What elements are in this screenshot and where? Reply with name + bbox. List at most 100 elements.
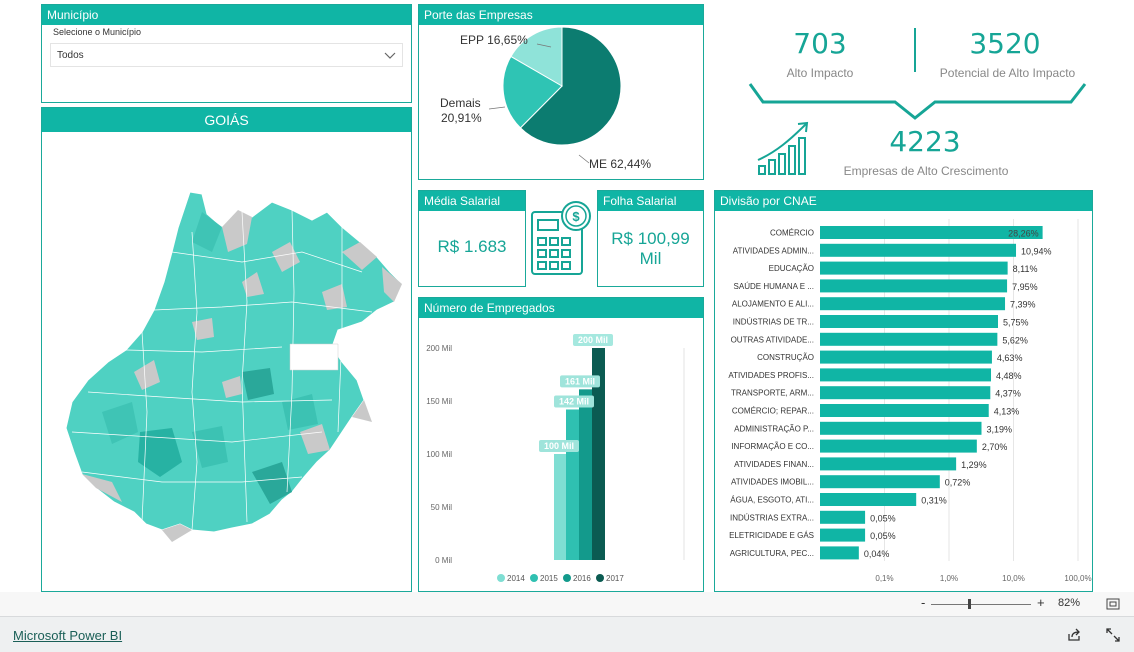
cnae-value-label: 0,05% — [870, 531, 896, 541]
legend-marker-2016 — [563, 574, 571, 582]
cnae-value-label: 4,13% — [994, 407, 1020, 417]
cnae-bar[interactable] — [820, 475, 940, 489]
cnae-category-label: AGRICULTURA, PEC... — [730, 549, 814, 558]
cnae-category-label: INDÚSTRIAS EXTRA... — [730, 513, 814, 522]
cnae-bar[interactable] — [820, 386, 991, 400]
cnae-category-label: INFORMAÇÃO E CO... — [731, 442, 814, 451]
employee-value-label-2017: 200 Mil — [578, 335, 608, 345]
cnae-value-label: 1,29% — [961, 460, 987, 470]
chevron-down-icon — [384, 52, 396, 59]
employee-bar-2016[interactable] — [579, 389, 592, 560]
kpi-potencial-label: Potencial de Alto Impacto — [939, 66, 1076, 80]
cnae-category-label: ATIVIDADES PROFIS... — [728, 371, 814, 380]
legend-label-2016: 2016 — [573, 574, 591, 583]
cnae-bar[interactable] — [820, 546, 859, 560]
zoom-slider[interactable] — [931, 604, 1031, 605]
cnae-bar[interactable] — [820, 368, 992, 382]
porte-title: Porte das Empresas — [419, 5, 703, 25]
cnae-bar[interactable] — [820, 528, 866, 542]
kpi-brace — [748, 83, 1087, 120]
municipio-dropdown[interactable]: Todos — [50, 43, 403, 67]
cnae-bar[interactable] — [820, 261, 1008, 275]
employee-value-label-2016: 161 Mil — [565, 376, 595, 386]
zoom-out-button[interactable]: - — [921, 595, 925, 610]
cnae-category-label: TRANSPORTE, ARM... — [731, 389, 814, 398]
zoom-in-button[interactable]: + — [1037, 595, 1045, 610]
kpi-alto-impacto-label: Alto Impacto — [786, 66, 854, 80]
empregados-panel: Número de Empregados 0 Mil 50 Mil 100 Mil 1… — [418, 297, 704, 592]
cnae-value-label: 7,39% — [1010, 300, 1036, 310]
legend-label-2017: 2017 — [606, 574, 624, 583]
cnae-value-label: 0,04% — [864, 549, 890, 559]
cnae-category-label: ATIVIDADES IMOBIL... — [731, 478, 814, 487]
cnae-category-label: ÁGUA, ESGOTO, ATI... — [730, 496, 814, 505]
cnae-bar[interactable] — [820, 493, 917, 506]
pie-leader-me — [578, 154, 590, 164]
calculator-money-icon: $ — [531, 201, 591, 275]
share-icon[interactable] — [1067, 628, 1081, 642]
cnae-value-label: 0,05% — [870, 513, 896, 523]
employee-bar-2014[interactable] — [554, 454, 567, 560]
y-tick-label: 150 Mil — [426, 397, 452, 406]
kpi-alto-impacto-value: 703 — [793, 27, 847, 60]
kpi-alto-crescimento-value: 4223 — [889, 125, 961, 158]
cnae-bar[interactable] — [820, 315, 998, 328]
cnae-value-label: 4,48% — [996, 371, 1022, 381]
folha-salarial-title: Folha Salarial — [598, 191, 703, 211]
cnae-value-label: 5,75% — [1003, 318, 1029, 328]
municipio-title: Município — [42, 5, 411, 25]
employee-bar-2015[interactable] — [566, 409, 579, 560]
cnae-category-label: INDÚSTRIAS DE TR... — [733, 318, 814, 327]
folha-salarial-value-1: R$ 100,99 — [611, 229, 690, 248]
cnae-chart[interactable]: 0,1% 1,0% 10,0% 100,0% COMÉRCIO 28,26% ATIVIDA… — [715, 211, 1092, 591]
empregados-chart[interactable]: 0 Mil 50 Mil 100 Mil 150 Mil 200 Mil 100 Mil 1… — [419, 318, 703, 591]
cnae-value-label: 4,63% — [997, 353, 1023, 363]
cnae-bar[interactable] — [820, 297, 1006, 311]
employee-value-label-2015: 142 Mil — [559, 396, 589, 406]
cnae-value-label: 7,95% — [1012, 282, 1038, 292]
cnae-bar[interactable] — [820, 279, 1008, 293]
power-bi-link[interactable]: Microsoft Power BI — [13, 628, 122, 643]
fullscreen-icon[interactable] — [1106, 628, 1120, 642]
cnae-category-label: ALOJAMENTO E ALI... — [732, 300, 814, 309]
cnae-category-label: ATIVIDADES FINAN... — [734, 460, 814, 469]
map-panel: GOIÁS — [41, 107, 412, 592]
zoom-slider-thumb[interactable] — [968, 599, 971, 609]
y-tick-label: 0 Mil — [435, 556, 452, 565]
cnae-bar[interactable] — [820, 439, 977, 453]
pie-label-epp: EPP 16,65% — [460, 33, 528, 47]
cnae-bar[interactable] — [820, 457, 957, 471]
goias-map[interactable] — [42, 132, 411, 591]
kpi-divider — [914, 28, 916, 72]
cnae-value-label: 3,19% — [986, 424, 1012, 434]
cnae-value-label: 0,31% — [921, 496, 947, 506]
cnae-bar[interactable] — [820, 350, 992, 364]
cnae-value-label: 0,72% — [945, 478, 971, 488]
cnae-bar[interactable] — [820, 404, 989, 417]
svg-text:$: $ — [572, 209, 580, 224]
cnae-bar[interactable] — [820, 421, 982, 435]
cnae-category-label: ADMINISTRAÇÃO P... — [734, 424, 814, 433]
cnae-bar[interactable] — [820, 510, 866, 524]
cnae-value-label: 28,26% — [1008, 229, 1039, 239]
cnae-bar[interactable] — [820, 243, 1017, 257]
porte-pie-chart[interactable]: EPP 16,65% Demais 20,91% ME 62,44% — [419, 25, 703, 179]
municipio-dropdown-value: Todos — [57, 50, 84, 61]
media-salarial-panel: Média Salarial R$ 1.683 — [418, 190, 526, 287]
y-tick-label: 50 Mil — [431, 503, 453, 512]
cnae-category-label: COMÉRCIO — [770, 229, 814, 238]
municipio-label: Selecione o Município — [53, 27, 142, 37]
cnae-bar[interactable] — [820, 332, 998, 346]
cnae-category-label: SAÚDE HUMANA E ... — [734, 282, 814, 291]
cnae-value-label: 10,94% — [1021, 246, 1052, 256]
legend-label-2014: 2014 — [507, 574, 525, 583]
cnae-value-label: 8,11% — [1013, 264, 1038, 274]
cnae-category-label: ATIVIDADES ADMIN... — [733, 246, 814, 255]
fit-to-page-icon[interactable] — [1106, 598, 1120, 610]
cnae-value-label: 5,62% — [1002, 335, 1028, 345]
empregados-title: Número de Empregados — [419, 298, 703, 318]
pie-label-me: ME 62,44% — [589, 157, 651, 171]
footer-bar: Microsoft Power BI — [0, 616, 1134, 652]
x-tick-label: 1,0% — [940, 574, 958, 583]
cnae-category-label: OUTRAS ATIVIDADE... — [731, 335, 814, 344]
